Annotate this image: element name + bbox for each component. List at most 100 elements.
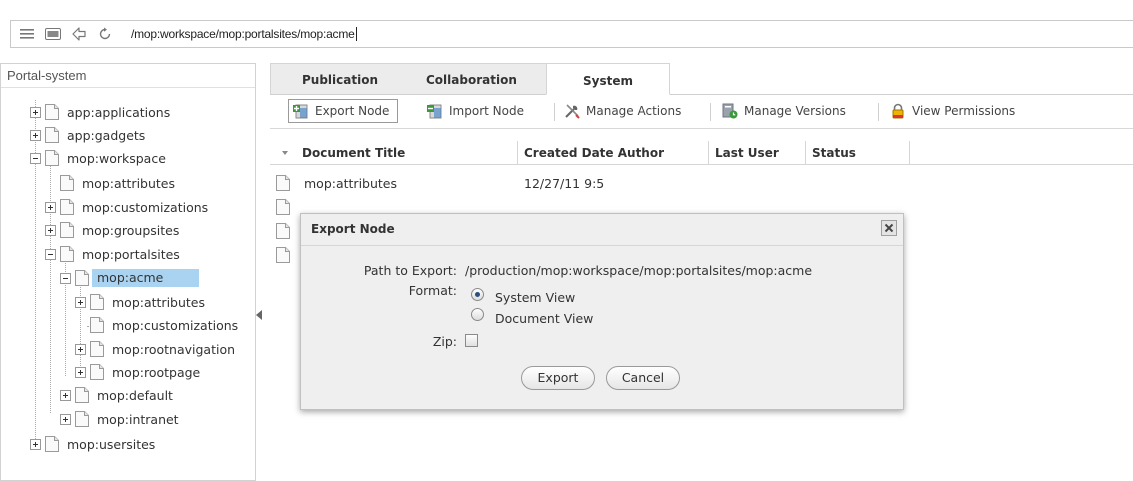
- document-icon: [60, 199, 74, 215]
- lock-icon: [892, 103, 904, 119]
- export-node-button[interactable]: Export Node: [288, 99, 399, 123]
- expand-icon[interactable]: [30, 106, 41, 118]
- tree-node-label: mop:rootpage: [112, 364, 201, 380]
- import-node-icon: [427, 104, 442, 119]
- manage-versions-button[interactable]: Manage Versions: [722, 99, 846, 123]
- view-permissions-button[interactable]: View Permissions: [890, 99, 1015, 123]
- export-node-icon: [293, 104, 308, 119]
- toolbar-separator: [878, 103, 879, 121]
- zip-checkbox[interactable]: [465, 334, 478, 347]
- tree-node-label: mop:portalsites: [82, 246, 180, 262]
- tab-collaboration[interactable]: Collaboration: [426, 63, 517, 95]
- tree-node-label: mop:attributes: [112, 294, 206, 310]
- tree-node-workspace[interactable]: mop:workspace: [30, 148, 166, 168]
- cancel-button[interactable]: Cancel: [606, 366, 680, 390]
- collapse-icon[interactable]: [45, 248, 56, 260]
- document-icon: [75, 270, 89, 286]
- system-view-label: System View: [495, 290, 576, 305]
- tree-node-acme-customizations[interactable]: mop:customizations: [75, 315, 238, 335]
- tree-node-gadgets[interactable]: app:gadgets: [30, 125, 145, 145]
- menu-icon[interactable]: [19, 26, 35, 42]
- document-icon: [60, 175, 74, 191]
- tab-system[interactable]: System: [546, 63, 670, 95]
- tree-node-label: mop:customizations: [82, 199, 209, 215]
- tree-node-groupsites[interactable]: mop:groupsites: [45, 220, 179, 240]
- tree-node-usersites[interactable]: mop:usersites: [30, 434, 155, 454]
- document-icon: [90, 364, 104, 380]
- view-permissions-label: View Permissions: [912, 104, 1016, 118]
- expand-icon[interactable]: [45, 224, 56, 236]
- manage-versions-label: Manage Versions: [744, 104, 846, 118]
- expand-icon[interactable]: [75, 296, 86, 308]
- column-document-title[interactable]: Document Title: [296, 141, 518, 165]
- column-created-date-author[interactable]: Created Date Author: [518, 141, 708, 165]
- address-path[interactable]: /mop:workspace/mop:portalsites/mop:acme: [131, 27, 357, 41]
- column-last-user[interactable]: Last User: [708, 141, 806, 165]
- tree-node-label: mop:rootnavigation: [112, 341, 236, 357]
- expand-icon[interactable]: [30, 129, 41, 141]
- column-status[interactable]: Status: [806, 141, 910, 165]
- manage-actions-label: Manage Actions: [586, 104, 682, 118]
- collapse-icon[interactable]: [30, 152, 41, 164]
- system-view-radio[interactable]: [471, 288, 484, 301]
- document-icon: [90, 294, 104, 310]
- tree-node-portalsites[interactable]: mop:portalsites: [45, 244, 180, 264]
- dialog-close-button[interactable]: [881, 220, 897, 236]
- expand-icon[interactable]: [45, 201, 56, 213]
- tree-node-label: mop:acme: [92, 269, 200, 287]
- tree-node-customizations[interactable]: mop:customizations: [45, 197, 208, 217]
- expand-icon[interactable]: [60, 413, 71, 425]
- sort-arrow-icon[interactable]: [282, 151, 288, 155]
- expand-icon[interactable]: [30, 438, 41, 450]
- tree-node-label: mop:default: [97, 387, 173, 403]
- table-row[interactable]: mop:attributes 12/27/11 9:5: [270, 171, 1133, 195]
- tree-node-label: app:applications: [67, 104, 171, 120]
- document-icon: [276, 175, 290, 191]
- tree-node-rootnavigation[interactable]: mop:rootnavigation: [75, 339, 235, 359]
- window-icon[interactable]: [45, 26, 61, 42]
- import-node-button[interactable]: Import Node: [427, 99, 524, 123]
- tree-node-label: mop:groupsites: [82, 222, 180, 238]
- tree-node-default[interactable]: mop:default: [60, 385, 173, 405]
- import-node-label: Import Node: [449, 104, 524, 118]
- document-icon: [276, 247, 290, 263]
- tab-publication[interactable]: Publication: [302, 63, 378, 95]
- tree-node-label: mop:usersites: [67, 436, 156, 452]
- workspace-title: Portal-system: [1, 64, 255, 88]
- address-bar-icons: [19, 26, 113, 42]
- collapse-panel-icon[interactable]: [255, 309, 263, 321]
- dialog-title: Export Node: [311, 222, 395, 236]
- expand-icon[interactable]: [60, 389, 71, 401]
- expand-icon[interactable]: [75, 343, 86, 355]
- document-view-radio[interactable]: [471, 308, 484, 321]
- tree-node-label: app:gadgets: [67, 127, 146, 143]
- document-icon: [276, 199, 290, 215]
- back-icon[interactable]: [71, 26, 87, 42]
- tree-node-rootpage[interactable]: mop:rootpage: [75, 362, 200, 382]
- document-view-label: Document View: [495, 311, 594, 326]
- export-node-dialog: Export Node Path to Export: /production/…: [300, 213, 904, 410]
- tree-node-attributes[interactable]: mop:attributes: [45, 173, 175, 193]
- tree-node-acme-attributes[interactable]: mop:attributes: [75, 292, 205, 312]
- toolbar-separator: [554, 103, 555, 121]
- tree-node-label: mop:attributes: [82, 175, 176, 191]
- document-icon: [45, 127, 59, 143]
- document-icon: [90, 317, 104, 333]
- manage-actions-button[interactable]: Manage Actions: [564, 99, 681, 123]
- document-icon: [45, 150, 59, 166]
- export-node-label: Export Node: [315, 104, 390, 118]
- toolbar: Export Node Import Node Manage Actions M…: [270, 95, 1133, 129]
- collapse-icon[interactable]: [60, 272, 71, 284]
- document-icon: [45, 436, 59, 452]
- tree-node-applications[interactable]: app:applications: [30, 102, 170, 122]
- expand-icon[interactable]: [75, 366, 86, 378]
- export-button[interactable]: Export: [521, 366, 595, 390]
- row-created-date: 12/27/11 9:5: [524, 176, 605, 191]
- tree-node-label: mop:customizations: [112, 317, 239, 333]
- tree-node-intranet[interactable]: mop:intranet: [60, 409, 179, 429]
- tree-node-acme[interactable]: mop:acme: [60, 268, 200, 288]
- row-document-title: mop:attributes: [304, 176, 398, 191]
- refresh-icon[interactable]: [97, 26, 113, 42]
